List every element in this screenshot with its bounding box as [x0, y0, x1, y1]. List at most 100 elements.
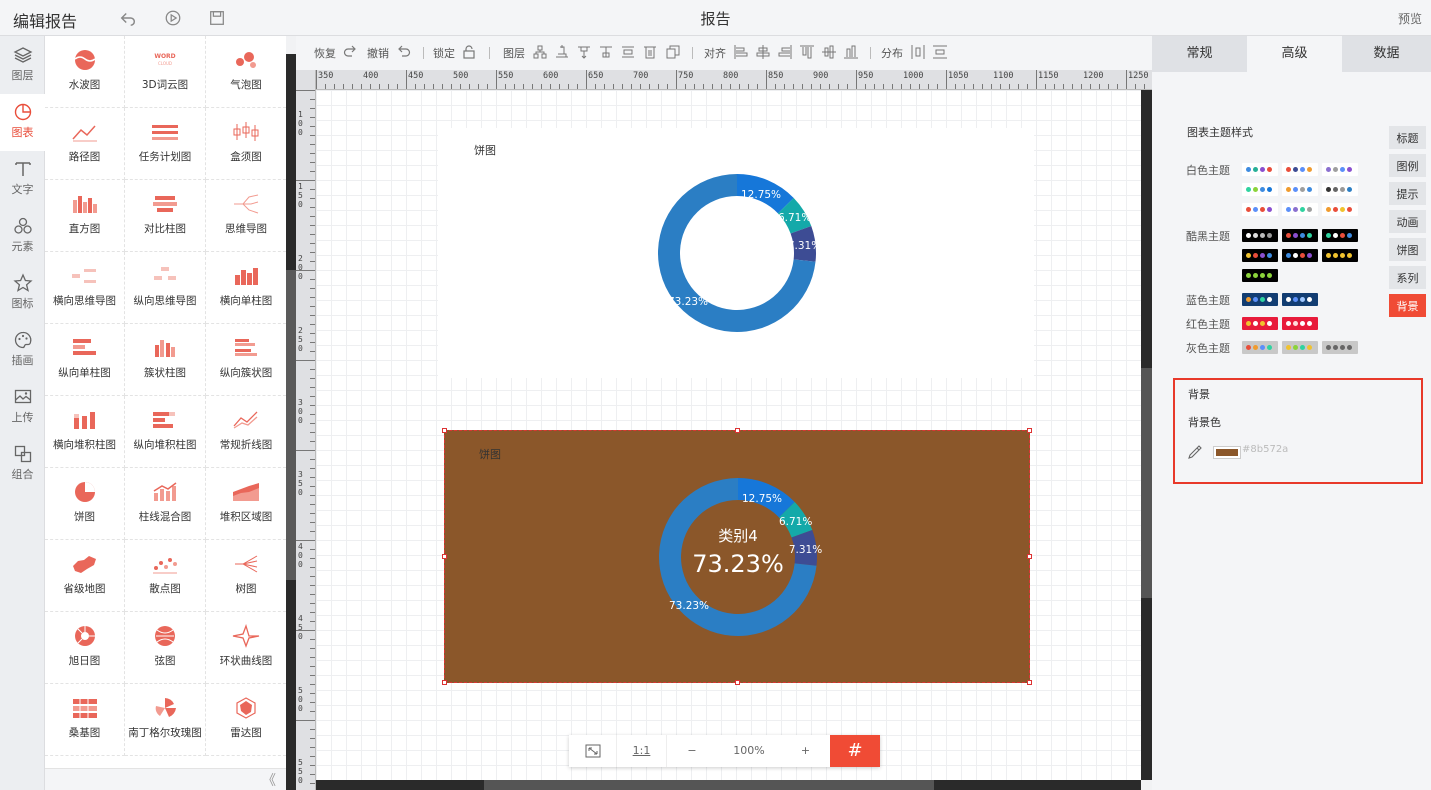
pie-chart-widget[interactable]: 饼图 12.75% 6.71% 7.31% 73.23%: [438, 128, 1034, 378]
palette-item[interactable]: 散点图: [125, 540, 206, 612]
tab-general[interactable]: 常规: [1152, 36, 1247, 72]
palette-item[interactable]: 思维导图: [206, 180, 286, 252]
delete-layer-icon[interactable]: [643, 45, 657, 59]
palette-item[interactable]: 弦图: [125, 612, 206, 684]
background-color-swatch[interactable]: [1213, 446, 1241, 459]
bring-forward-icon[interactable]: [555, 45, 569, 59]
tab-data[interactable]: 数据: [1342, 36, 1431, 72]
distribute-horizontal-icon[interactable]: [911, 45, 925, 59]
theme-swatch[interactable]: [1242, 229, 1278, 242]
collapse-panel-button[interactable]: 《: [45, 768, 286, 790]
palette-item[interactable]: 横向思维导图: [45, 252, 125, 324]
bring-to-front-icon[interactable]: [577, 45, 591, 59]
theme-swatch[interactable]: [1322, 341, 1358, 354]
palette-item[interactable]: WORD CLOUD 3D词云图: [125, 36, 206, 108]
nav-palette[interactable]: 插画: [0, 322, 45, 379]
nav-layers[interactable]: 图层: [0, 37, 45, 94]
resize-handle[interactable]: [1027, 554, 1032, 559]
theme-swatch[interactable]: [1322, 163, 1358, 176]
align-right-icon[interactable]: [778, 45, 792, 59]
theme-swatch[interactable]: [1282, 229, 1318, 242]
layer-tree-icon[interactable]: [533, 45, 547, 59]
copy-layer-icon[interactable]: [666, 45, 680, 59]
theme-swatch[interactable]: [1282, 203, 1318, 216]
palette-item[interactable]: 任务计划图: [125, 108, 206, 180]
palette-item[interactable]: 雷达图: [206, 684, 286, 756]
grid-toggle-button[interactable]: #: [830, 735, 880, 767]
palette-item[interactable]: 对比柱图: [125, 180, 206, 252]
align-center-v-icon[interactable]: [822, 45, 836, 59]
resize-handle[interactable]: [1027, 680, 1032, 685]
restore-button[interactable]: 恢复: [314, 45, 336, 61]
align-left-icon[interactable]: [734, 45, 748, 59]
design-canvas[interactable]: 饼图 12.75% 6.71% 7.31% 73.23% 饼图 12.75% 6.71%…: [316, 90, 1141, 780]
palette-item[interactable]: 树图: [206, 540, 286, 612]
theme-swatch[interactable]: [1242, 341, 1278, 354]
canvas-horizontal-scroll-thumb[interactable]: [484, 780, 934, 790]
theme-swatch[interactable]: [1282, 341, 1318, 354]
redo-icon[interactable]: [343, 45, 357, 59]
canvas-vertical-scroll-thumb[interactable]: [1141, 368, 1152, 598]
palette-item[interactable]: 饼图: [45, 468, 125, 540]
palette-item[interactable]: 桑基图: [45, 684, 125, 756]
preview-button[interactable]: 预览: [1398, 10, 1422, 27]
palette-item[interactable]: 环状曲线图: [206, 612, 286, 684]
palette-item[interactable]: 簇状柱图: [125, 324, 206, 396]
align-bottom-icon[interactable]: [844, 45, 858, 59]
theme-swatch[interactable]: [1282, 317, 1318, 330]
side-tab-6[interactable]: 背景: [1389, 294, 1426, 319]
nav-pie-chart[interactable]: 图表: [0, 94, 45, 151]
palette-item[interactable]: 纵向簇状图: [206, 324, 286, 396]
send-backward-icon[interactable]: [599, 45, 613, 59]
palette-item[interactable]: 柱线混合图: [125, 468, 206, 540]
distribute-vertical-icon[interactable]: [933, 45, 947, 59]
palette-item[interactable]: 南丁格尔玫瑰图: [125, 684, 206, 756]
theme-swatch[interactable]: [1282, 293, 1318, 306]
theme-swatch[interactable]: [1282, 183, 1318, 196]
theme-swatch[interactable]: [1282, 249, 1318, 262]
lock-icon[interactable]: [462, 45, 476, 59]
palette-scroll-thumb[interactable]: [286, 270, 296, 580]
undo-button[interactable]: 撤销: [367, 45, 389, 61]
side-tab-5[interactable]: 系列: [1389, 266, 1426, 291]
resize-handle[interactable]: [735, 428, 740, 433]
fit-screen-button[interactable]: [569, 735, 617, 767]
lock-button[interactable]: 锁定: [433, 45, 455, 61]
tab-advanced[interactable]: 高级: [1247, 36, 1342, 72]
palette-item[interactable]: 纵向堆积柱图: [125, 396, 206, 468]
theme-swatch[interactable]: [1242, 293, 1278, 306]
nav-star[interactable]: 图标: [0, 265, 45, 322]
side-tab-1[interactable]: 图例: [1389, 154, 1426, 179]
side-tab-4[interactable]: 饼图: [1389, 238, 1426, 263]
canvas-horizontal-scrollbar[interactable]: [316, 780, 1141, 790]
resize-handle[interactable]: [442, 554, 447, 559]
theme-swatch[interactable]: [1242, 183, 1278, 196]
nav-group[interactable]: 组合: [0, 436, 45, 493]
eyedropper-icon[interactable]: [1187, 444, 1203, 460]
resize-handle[interactable]: [442, 428, 447, 433]
nav-elements[interactable]: 元素: [0, 208, 45, 265]
save-icon[interactable]: [208, 9, 226, 27]
undo-icon[interactable]: [397, 45, 411, 59]
palette-item[interactable]: 横向单柱图: [206, 252, 286, 324]
theme-swatch[interactable]: [1322, 229, 1358, 242]
zoom-out-button[interactable]: −: [667, 735, 717, 767]
theme-swatch[interactable]: [1282, 163, 1318, 176]
palette-item[interactable]: 省级地图: [45, 540, 125, 612]
theme-swatch[interactable]: [1242, 163, 1278, 176]
side-tab-2[interactable]: 提示: [1389, 182, 1426, 207]
zoom-in-button[interactable]: +: [781, 735, 830, 767]
theme-swatch[interactable]: [1242, 203, 1278, 216]
resize-handle[interactable]: [1027, 428, 1032, 433]
nav-image-upload[interactable]: 上传: [0, 379, 45, 436]
actual-size-button[interactable]: 1:1: [617, 735, 667, 767]
palette-item[interactable]: 纵向思维导图: [125, 252, 206, 324]
background-color-value[interactable]: #8b572a: [1242, 444, 1288, 455]
palette-item[interactable]: 纵向单柱图: [45, 324, 125, 396]
palette-scrollbar[interactable]: [286, 54, 296, 790]
palette-item[interactable]: 旭日图: [45, 612, 125, 684]
theme-swatch[interactable]: [1322, 249, 1358, 262]
palette-item[interactable]: 横向堆积柱图: [45, 396, 125, 468]
palette-item[interactable]: 路径图: [45, 108, 125, 180]
palette-item[interactable]: 常规折线图: [206, 396, 286, 468]
